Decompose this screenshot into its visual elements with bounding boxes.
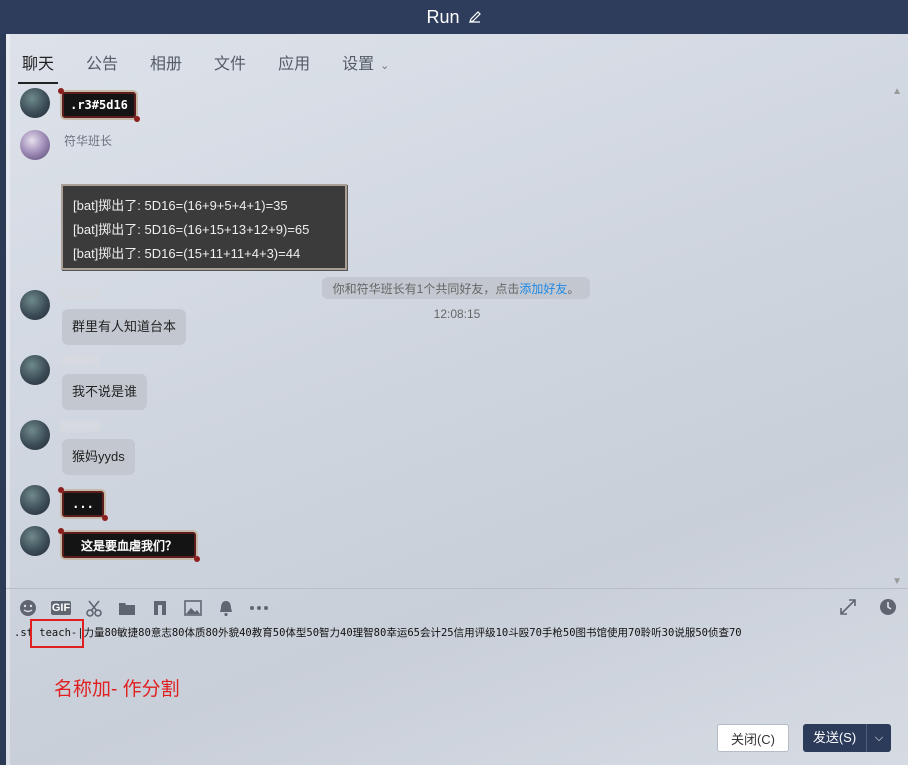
message-bubble: 猴妈yyds bbox=[62, 439, 135, 475]
tab-bar: 聊天 公告 相册 文件 应用 设置 ⌄ bbox=[6, 34, 908, 84]
chat-window: 聊天 公告 相册 文件 应用 设置 ⌄ ▲ .r3#5d16 符华班长 [bat]… bbox=[6, 34, 908, 765]
sticker-message: ... bbox=[58, 487, 108, 521]
message-bubble: 群里有人知道台本 bbox=[62, 309, 187, 345]
avatar[interactable] bbox=[20, 355, 50, 385]
emoji-icon[interactable] bbox=[18, 598, 38, 618]
message-input[interactable]: .st teach-|力量80敏捷80意志80体质80外貌40教育50体型50智… bbox=[6, 624, 908, 642]
sticker-message: .r3#5d16 bbox=[58, 88, 140, 122]
dice-result-message: [bat]掷出了: 5D16=(16+9+5+4+1)=35 [bat]掷出了:… bbox=[61, 184, 347, 270]
tab-album[interactable]: 相册 bbox=[146, 50, 186, 84]
scroll-down-icon[interactable]: ▼ bbox=[892, 576, 902, 587]
tab-chat[interactable]: 聊天 bbox=[18, 50, 59, 84]
avatar-fuhua[interactable] bbox=[20, 130, 50, 160]
scroll-up-icon[interactable]: ▲ bbox=[892, 86, 902, 97]
close-button[interactable]: 关闭(C) bbox=[717, 724, 789, 752]
avatar[interactable] bbox=[20, 485, 50, 515]
expand-icon[interactable] bbox=[838, 597, 858, 617]
message-list[interactable]: ▲ .r3#5d16 符华班长 [bat]掷出了: 5D16=(16+9+5+4… bbox=[6, 86, 908, 588]
bell-icon[interactable] bbox=[216, 598, 236, 618]
dice-line: [bat]掷出了: 5D16=(16+9+5+4+1)=35 bbox=[73, 198, 288, 213]
window-title: Run bbox=[426, 6, 460, 27]
avatar[interactable] bbox=[20, 88, 50, 118]
chevron-down-icon: ⌄ bbox=[380, 60, 390, 72]
tab-announcement[interactable]: 公告 bbox=[82, 50, 122, 84]
image-icon[interactable] bbox=[183, 598, 203, 618]
sender-name-blurred bbox=[60, 356, 100, 366]
system-notice: 你和符华班长有1个共同好友，点击 添加好友 。 bbox=[322, 277, 590, 299]
avatar[interactable] bbox=[20, 420, 50, 450]
tab-apps[interactable]: 应用 bbox=[274, 50, 314, 84]
music-icon[interactable] bbox=[150, 598, 170, 618]
gif-icon[interactable]: GIF bbox=[51, 601, 71, 615]
folder-icon[interactable] bbox=[117, 598, 137, 618]
history-icon[interactable] bbox=[878, 597, 898, 617]
tab-files[interactable]: 文件 bbox=[210, 50, 250, 84]
chevron-down-icon[interactable]: ⌵ bbox=[867, 732, 891, 745]
toolbar-right bbox=[818, 597, 898, 617]
avatar[interactable] bbox=[20, 290, 50, 320]
more-icon[interactable] bbox=[249, 598, 269, 618]
scissors-icon[interactable] bbox=[84, 598, 104, 618]
message-bubble: 我不说是谁 bbox=[62, 374, 148, 410]
sender-name-blurred bbox=[60, 290, 100, 300]
title-bar: Run bbox=[0, 0, 908, 34]
send-button[interactable]: 发送(S) ⌵ bbox=[803, 724, 891, 752]
send-label: 发送(S) bbox=[803, 724, 867, 752]
dice-line: [bat]掷出了: 5D16=(16+15+13+12+9)=65 bbox=[73, 222, 310, 237]
edit-icon[interactable] bbox=[468, 10, 482, 24]
annotation-note: 名称加- 作分割 bbox=[54, 679, 180, 700]
add-friend-link[interactable]: 添加好友 bbox=[519, 280, 567, 297]
dice-line: [bat]掷出了: 5D16=(15+11+11+4+3)=44 bbox=[73, 246, 301, 261]
highlight-box bbox=[30, 619, 84, 648]
input-toolbar: GIF bbox=[18, 597, 898, 619]
divider bbox=[6, 588, 908, 589]
avatar[interactable] bbox=[20, 526, 50, 556]
tab-settings[interactable]: 设置 ⌄ bbox=[338, 50, 393, 84]
sticker-message: 这是要血虐我们？ bbox=[58, 528, 200, 562]
sender-name-blurred bbox=[60, 421, 100, 431]
sender-name: 符华班长 bbox=[64, 134, 113, 148]
